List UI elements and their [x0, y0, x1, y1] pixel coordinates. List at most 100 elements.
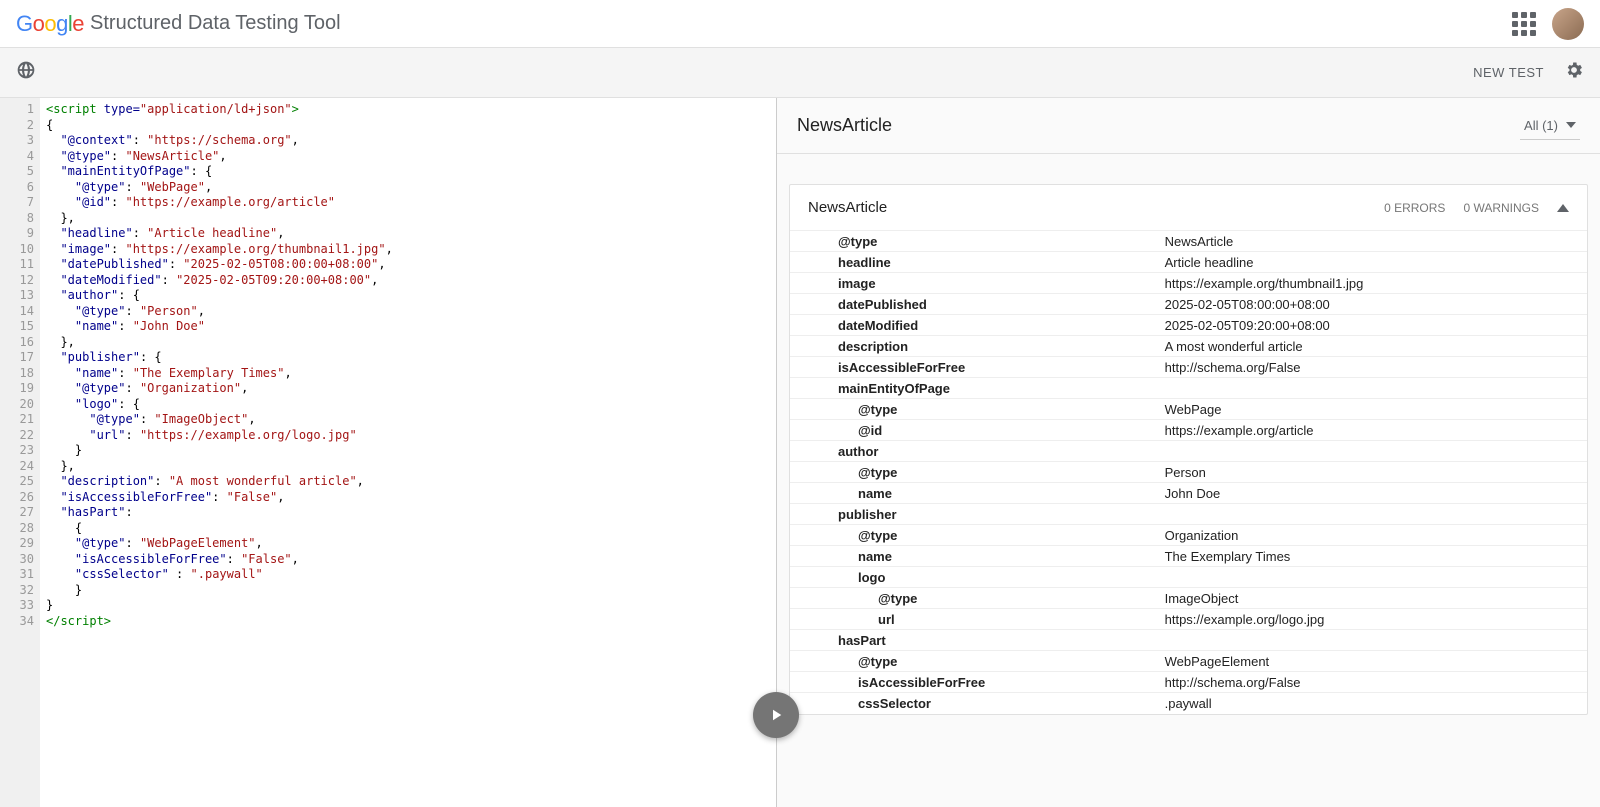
header-right — [1512, 8, 1584, 40]
property-value: Organization — [1157, 526, 1587, 545]
code-panel: 1234567891011121314151617181920212223242… — [0, 98, 777, 807]
property-row[interactable]: imagehttps://example.org/thumbnail1.jpg — [790, 273, 1587, 294]
property-row[interactable]: hasPart — [790, 630, 1587, 651]
property-row[interactable]: @typePerson — [790, 462, 1587, 483]
google-logo: Google — [16, 11, 84, 37]
property-row[interactable]: isAccessibleForFreehttp://schema.org/Fal… — [790, 357, 1587, 378]
gear-icon[interactable] — [1564, 60, 1584, 85]
property-value — [1157, 512, 1587, 516]
property-value: https://example.org/logo.jpg — [1157, 610, 1587, 629]
property-row[interactable]: @idhttps://example.org/article — [790, 420, 1587, 441]
property-row[interactable]: nameJohn Doe — [790, 483, 1587, 504]
property-value — [1157, 575, 1587, 579]
property-value: 2025-02-05T08:00:00+08:00 — [1157, 295, 1587, 314]
card-header[interactable]: NewsArticle 0 ERRORS 0 WARNINGS — [790, 185, 1587, 231]
chevron-down-icon — [1566, 122, 1576, 128]
property-key: isAccessibleForFree — [790, 673, 1157, 692]
play-icon — [767, 706, 785, 724]
property-value: WebPageElement — [1157, 652, 1587, 671]
app-title: Structured Data Testing Tool — [90, 12, 341, 35]
property-value: https://example.org/article — [1157, 421, 1587, 440]
run-test-button[interactable] — [753, 692, 799, 738]
main-content: 1234567891011121314151617181920212223242… — [0, 98, 1600, 807]
property-row[interactable]: @typeNewsArticle — [790, 231, 1587, 252]
property-row[interactable]: datePublished2025-02-05T08:00:00+08:00 — [790, 294, 1587, 315]
card-status: 0 ERRORS 0 WARNINGS — [1384, 201, 1569, 215]
property-key: @type — [790, 400, 1157, 419]
results-header: NewsArticle All (1) — [777, 98, 1600, 154]
property-value: NewsArticle — [1157, 232, 1587, 251]
line-gutter: 1234567891011121314151617181920212223242… — [0, 98, 40, 807]
property-value: http://schema.org/False — [1157, 358, 1587, 377]
property-key: description — [790, 337, 1157, 356]
property-row[interactable]: mainEntityOfPage — [790, 378, 1587, 399]
filter-dropdown[interactable]: All (1) — [1520, 112, 1580, 140]
detected-type-title: NewsArticle — [797, 115, 892, 136]
property-value: Person — [1157, 463, 1587, 482]
property-row[interactable]: descriptionA most wonderful article — [790, 336, 1587, 357]
property-key: url — [790, 610, 1157, 629]
property-key: name — [790, 547, 1157, 566]
property-row[interactable]: urlhttps://example.org/logo.jpg — [790, 609, 1587, 630]
property-value: John Doe — [1157, 484, 1587, 503]
property-key: author — [790, 442, 1157, 461]
property-row[interactable]: logo — [790, 567, 1587, 588]
filter-label: All (1) — [1524, 118, 1558, 133]
property-rows: @typeNewsArticleheadlineArticle headline… — [790, 231, 1587, 714]
property-key: @type — [790, 589, 1157, 608]
app-header: Google Structured Data Testing Tool — [0, 0, 1600, 48]
new-test-button[interactable]: NEW TEST — [1473, 65, 1544, 80]
property-value: ImageObject — [1157, 589, 1587, 608]
property-row[interactable]: @typeImageObject — [790, 588, 1587, 609]
property-row[interactable]: isAccessibleForFreehttp://schema.org/Fal… — [790, 672, 1587, 693]
property-value: http://schema.org/False — [1157, 673, 1587, 692]
property-key: dateModified — [790, 316, 1157, 335]
property-key: @type — [790, 526, 1157, 545]
property-value: 2025-02-05T09:20:00+08:00 — [1157, 316, 1587, 335]
results-card: NewsArticle 0 ERRORS 0 WARNINGS @typeNew… — [789, 184, 1588, 715]
card-title: NewsArticle — [808, 199, 887, 216]
property-row[interactable]: @typeWebPageElement — [790, 651, 1587, 672]
property-row[interactable]: cssSelector.paywall — [790, 693, 1587, 714]
property-value: WebPage — [1157, 400, 1587, 419]
code-editor[interactable]: <script type="application/ld+json">{ "@c… — [40, 98, 776, 807]
apps-grid-icon[interactable] — [1512, 12, 1536, 36]
property-row[interactable]: @typeWebPage — [790, 399, 1587, 420]
property-value: Article headline — [1157, 253, 1587, 272]
user-avatar[interactable] — [1552, 8, 1584, 40]
property-value — [1157, 386, 1587, 390]
property-key: headline — [790, 253, 1157, 272]
property-value: A most wonderful article — [1157, 337, 1587, 356]
property-key: isAccessibleForFree — [790, 358, 1157, 377]
property-key: mainEntityOfPage — [790, 379, 1157, 398]
chevron-up-icon — [1557, 204, 1569, 212]
property-key: @type — [790, 463, 1157, 482]
property-value — [1157, 449, 1587, 453]
property-row[interactable]: dateModified2025-02-05T09:20:00+08:00 — [790, 315, 1587, 336]
results-panel: NewsArticle All (1) NewsArticle 0 ERRORS… — [777, 98, 1600, 807]
property-value: https://example.org/thumbnail1.jpg — [1157, 274, 1587, 293]
property-key: publisher — [790, 505, 1157, 524]
property-value: .paywall — [1157, 694, 1587, 713]
property-key: @id — [790, 421, 1157, 440]
property-value: The Exemplary Times — [1157, 547, 1587, 566]
errors-count: 0 ERRORS — [1384, 201, 1445, 215]
property-row[interactable]: publisher — [790, 504, 1587, 525]
property-key: logo — [790, 568, 1157, 587]
header-left: Google Structured Data Testing Tool — [16, 11, 341, 37]
property-key: hasPart — [790, 631, 1157, 650]
property-row[interactable]: author — [790, 441, 1587, 462]
results-card-wrap: NewsArticle 0 ERRORS 0 WARNINGS @typeNew… — [777, 154, 1600, 727]
property-key: name — [790, 484, 1157, 503]
property-row[interactable]: @typeOrganization — [790, 525, 1587, 546]
property-key: cssSelector — [790, 694, 1157, 713]
toolbar-right: NEW TEST — [1473, 60, 1584, 85]
property-row[interactable]: nameThe Exemplary Times — [790, 546, 1587, 567]
property-key: @type — [790, 232, 1157, 251]
property-value — [1157, 638, 1587, 642]
property-key: datePublished — [790, 295, 1157, 314]
property-row[interactable]: headlineArticle headline — [790, 252, 1587, 273]
globe-icon[interactable] — [16, 60, 36, 85]
toolbar: NEW TEST — [0, 48, 1600, 98]
warnings-count: 0 WARNINGS — [1463, 201, 1539, 215]
